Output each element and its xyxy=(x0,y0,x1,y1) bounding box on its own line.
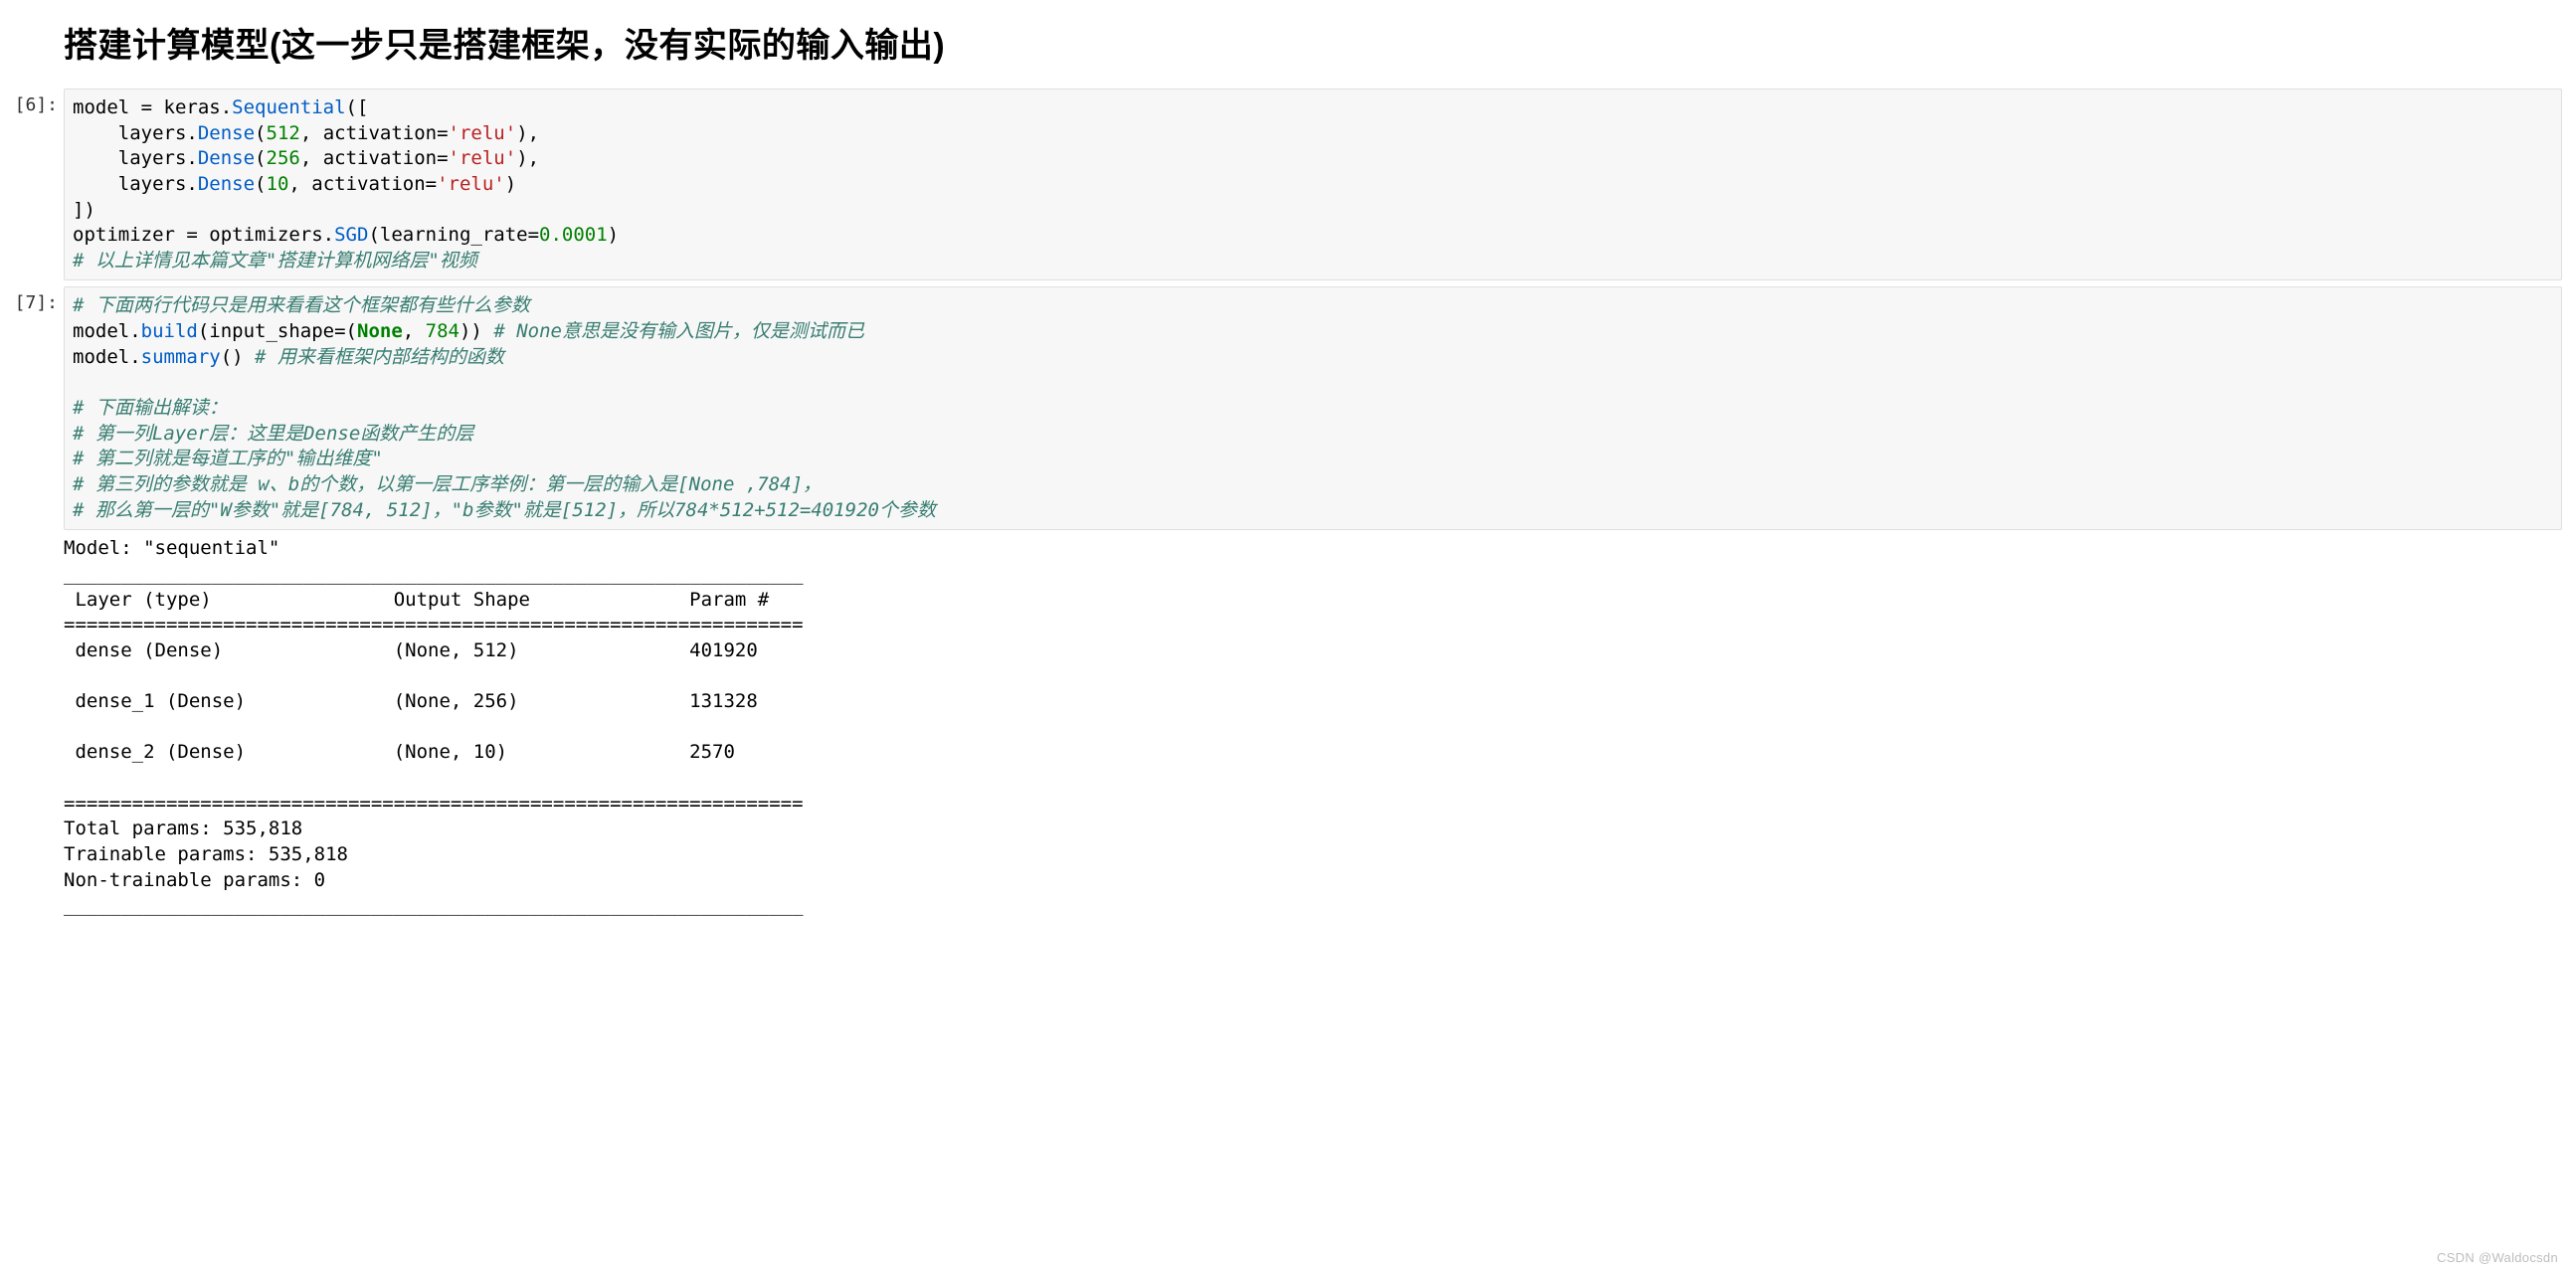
code-cell[interactable]: # 下面两行代码只是用来看看这个框架都有些什么参数 model.build(in… xyxy=(64,286,2562,530)
stdout-output: Model: "sequential" ____________________… xyxy=(64,536,2576,919)
code-cell[interactable]: model = keras.Sequential([ layers.Dense(… xyxy=(64,89,2562,280)
code-cell-row: [7]: # 下面两行代码只是用来看看这个框架都有些什么参数 model.bui… xyxy=(0,286,2576,530)
code-content: model = keras.Sequential([ layers.Dense(… xyxy=(73,95,2551,273)
code-content: # 下面两行代码只是用来看看这个框架都有些什么参数 model.build(in… xyxy=(73,293,2551,523)
section-heading: 搭建计算模型(这一步只是搭建框架，没有实际的输入输出) xyxy=(64,18,2576,67)
notebook-page: 搭建计算模型(这一步只是搭建框架，没有实际的输入输出) [6]: model =… xyxy=(0,18,2576,1273)
input-prompt: [7]: xyxy=(0,286,64,313)
input-prompt: [6]: xyxy=(0,89,64,115)
watermark-label: CSDN @Waldocsdn xyxy=(2437,1250,2558,1265)
code-cell-row: [6]: model = keras.Sequential([ layers.D… xyxy=(0,89,2576,280)
